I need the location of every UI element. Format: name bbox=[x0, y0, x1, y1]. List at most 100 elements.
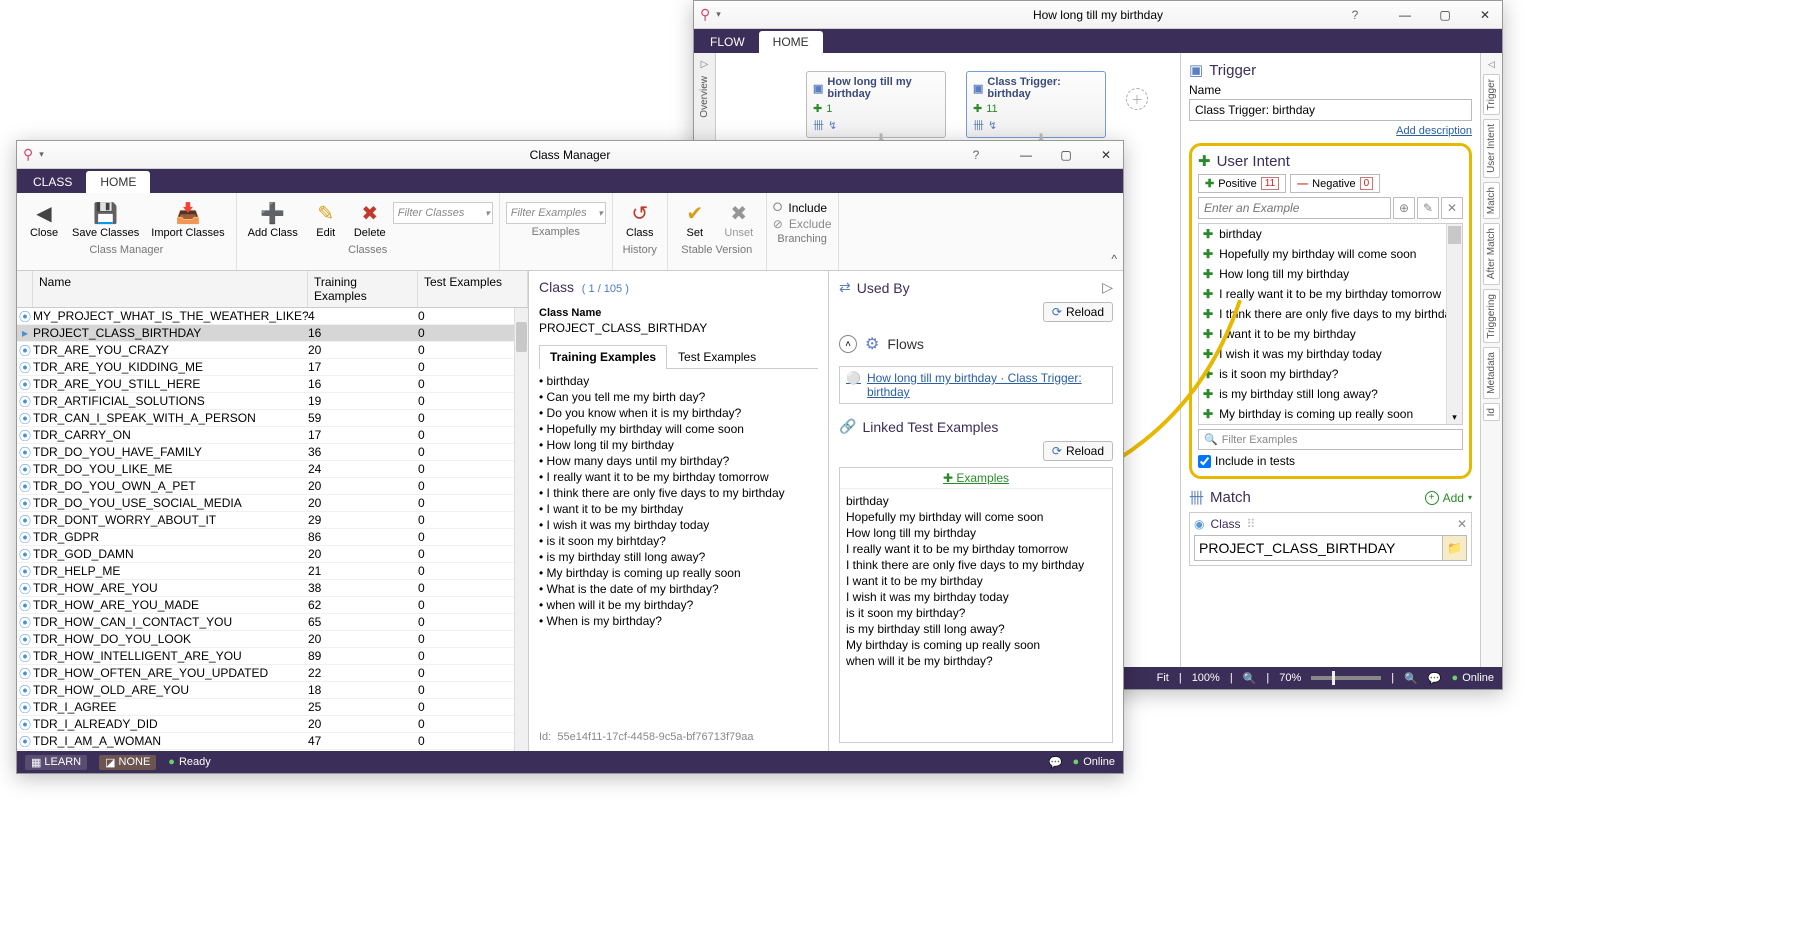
positive-filter[interactable]: ✚Positive11 bbox=[1198, 174, 1286, 193]
intent-item[interactable]: ✚I really want it to be my birthday tomo… bbox=[1199, 284, 1462, 304]
example-item[interactable]: • What is the date of my birthday? bbox=[539, 581, 818, 597]
example-item[interactable]: • I really want it to be my birthday tom… bbox=[539, 469, 818, 485]
table-row[interactable]: ⦿TDR_DO_YOU_OWN_A_PET200 bbox=[17, 478, 528, 495]
linked-item[interactable]: I wish it was my birthday today bbox=[846, 589, 1106, 605]
close-icon[interactable]: ✕ bbox=[1474, 8, 1496, 22]
table-row[interactable]: ⦿TDR_HELP_ME210 bbox=[17, 563, 528, 580]
example-item[interactable]: • My birthday is coming up really soon bbox=[539, 565, 818, 581]
drag-handle-icon[interactable]: ⠿ bbox=[1247, 517, 1256, 531]
intent-item[interactable]: ✚I wish it was my birthday today bbox=[1199, 344, 1462, 364]
example-item[interactable]: • birthday bbox=[539, 373, 818, 389]
help-icon[interactable]: ? bbox=[965, 148, 987, 162]
qat-dropdown-icon[interactable]: ▾ bbox=[39, 149, 44, 160]
filter-classes-input[interactable]: Filter Classes▾ bbox=[393, 202, 493, 224]
example-item[interactable]: • How many days until my birthday? bbox=[539, 453, 818, 469]
example-item[interactable]: • Hopefully my birthday will come soon bbox=[539, 421, 818, 437]
close-button[interactable]: ◀Close bbox=[23, 196, 65, 242]
intent-item[interactable]: ✚I want it to be my birthday bbox=[1199, 324, 1462, 344]
example-item[interactable]: • is my birthday still long away? bbox=[539, 549, 818, 565]
linked-item[interactable]: My birthday is coming up really soon bbox=[846, 637, 1106, 653]
intent-item[interactable]: ✚How long till my birthday bbox=[1199, 264, 1462, 284]
include-button[interactable]: ⭘Include bbox=[773, 200, 832, 215]
table-row[interactable]: ⦿TDR_HOW_DO_YOU_LOOK200 bbox=[17, 631, 528, 648]
intent-item[interactable]: ✚is my birthday still long away? bbox=[1199, 384, 1462, 404]
table-row[interactable]: ⦿TDR_HOW_CAN_I_CONTACT_YOU650 bbox=[17, 614, 528, 631]
linked-item[interactable]: Hopefully my birthday will come soon bbox=[846, 509, 1106, 525]
add-description-link[interactable]: Add description bbox=[1189, 125, 1472, 137]
add-node-button[interactable]: ＋ bbox=[1126, 88, 1148, 110]
tab-home[interactable]: HOME bbox=[759, 31, 823, 53]
example-item[interactable]: • when will it be my birthday? bbox=[539, 597, 818, 613]
help-icon[interactable]: ? bbox=[1344, 8, 1366, 22]
linked-item[interactable]: I really want it to be my birthday tomor… bbox=[846, 541, 1106, 557]
linked-item[interactable]: I want it to be my birthday bbox=[846, 573, 1106, 589]
side-tab[interactable]: After Match bbox=[1483, 223, 1500, 284]
side-tab[interactable]: Triggering bbox=[1483, 289, 1500, 344]
linked-item[interactable]: when will it be my birthday? bbox=[846, 653, 1106, 669]
unset-stable-button[interactable]: ✖Unset bbox=[718, 196, 760, 242]
none-badge[interactable]: ◪ NONE bbox=[99, 755, 156, 770]
chat-icon[interactable]: 💬 bbox=[1049, 756, 1063, 769]
table-row[interactable]: ⦿TDR_CAN_I_SPEAK_WITH_A_PERSON590 bbox=[17, 410, 528, 427]
tab-test-examples[interactable]: Test Examples bbox=[667, 345, 767, 368]
example-input[interactable] bbox=[1198, 197, 1391, 219]
intent-item[interactable]: ✚birthday bbox=[1199, 224, 1462, 244]
chat-icon[interactable]: 💬 bbox=[1428, 672, 1442, 685]
side-tab[interactable]: Metadata bbox=[1483, 347, 1500, 399]
collapse-flows-icon[interactable]: ˄ bbox=[839, 335, 857, 353]
example-item[interactable]: • I want it to be my birthday bbox=[539, 501, 818, 517]
fit-label[interactable]: Fit bbox=[1157, 672, 1169, 684]
reload-linked-button[interactable]: ⟳Reload bbox=[1043, 441, 1113, 461]
table-row[interactable]: ⦿TDR_HOW_INTELLIGENT_ARE_YOU890 bbox=[17, 648, 528, 665]
table-row[interactable]: ⦿TDR_ARE_YOU_CRAZY200 bbox=[17, 342, 528, 359]
table-row[interactable]: ⦿TDR_HOW_OFTEN_ARE_YOU_UPDATED220 bbox=[17, 665, 528, 682]
col-train[interactable]: Training Examples bbox=[308, 271, 418, 307]
linked-item[interactable]: How long till my birthday bbox=[846, 525, 1106, 541]
table-row[interactable]: ⦿TDR_DO_YOU_LIKE_ME240 bbox=[17, 461, 528, 478]
scrollbar[interactable] bbox=[514, 308, 528, 751]
table-row[interactable]: ⦿TDR_ARE_YOU_STILL_HERE160 bbox=[17, 376, 528, 393]
example-item[interactable]: • I wish it was my birthday today bbox=[539, 517, 818, 533]
table-row[interactable]: ⦿TDR_GDPR860 bbox=[17, 529, 528, 546]
reload-button[interactable]: ⟳Reload bbox=[1043, 302, 1113, 322]
example-item[interactable]: • I think there are only five days to my… bbox=[539, 485, 818, 501]
table-row[interactable]: ⦿TDR_DO_YOU_HAVE_FAMILY360 bbox=[17, 444, 528, 461]
minimize-icon[interactable]: — bbox=[1394, 8, 1416, 22]
table-row[interactable]: ⦿TDR_HOW_ARE_YOU380 bbox=[17, 580, 528, 597]
flow-node[interactable]: ▣Class Trigger: birthday ✚11 卌↯ bbox=[966, 71, 1106, 138]
linked-item[interactable]: birthday bbox=[846, 493, 1106, 509]
table-row[interactable]: ▸PROJECT_CLASS_BIRTHDAY160 bbox=[17, 325, 528, 342]
example-item[interactable]: • Can you tell me my birth day? bbox=[539, 389, 818, 405]
table-row[interactable]: ⦿MY_PROJECT_WHAT_IS_THE_WEATHER_LIKE?40 bbox=[17, 308, 528, 325]
tab-home[interactable]: HOME bbox=[86, 171, 150, 193]
linked-item[interactable]: is it soon my birthday? bbox=[846, 605, 1106, 621]
side-tab[interactable]: Trigger bbox=[1483, 74, 1500, 115]
table-row[interactable]: ⦿TDR_I_ALREADY_DID200 bbox=[17, 716, 528, 733]
flow-link[interactable]: ⚪ How long till my birthday · Class Trig… bbox=[839, 366, 1113, 404]
intent-item[interactable]: ✚My birthday is coming up really soon bbox=[1199, 404, 1462, 424]
side-tab[interactable]: Match bbox=[1483, 182, 1500, 219]
table-row[interactable]: ⦿TDR_GOD_DAMN200 bbox=[17, 546, 528, 563]
filter-examples-input[interactable]: Filter Examples▾ bbox=[506, 202, 606, 224]
zoom-slider[interactable] bbox=[1311, 676, 1381, 680]
expand-icon[interactable]: ▷ bbox=[701, 59, 709, 70]
learn-badge[interactable]: ▦ LEARN bbox=[25, 755, 87, 770]
table-row[interactable]: ⦿TDR_I_AM_ANGRY270 bbox=[17, 750, 528, 751]
add-example-button[interactable]: ⊕ bbox=[1393, 197, 1415, 219]
table-row[interactable]: ⦿TDR_HOW_OLD_ARE_YOU180 bbox=[17, 682, 528, 699]
zoom-in-icon[interactable]: 🔍 bbox=[1404, 672, 1418, 685]
close-icon[interactable]: ✕ bbox=[1095, 148, 1117, 162]
flow-node[interactable]: ▣How long till my birthday ✚1 卌↯ bbox=[806, 71, 946, 138]
history-class-button[interactable]: ↺Class bbox=[619, 196, 661, 242]
table-body[interactable]: ⦿MY_PROJECT_WHAT_IS_THE_WEATHER_LIKE?40▸… bbox=[17, 308, 528, 751]
add-class-button[interactable]: ➕Add Class bbox=[243, 196, 303, 242]
col-name[interactable]: Name bbox=[33, 271, 308, 307]
browse-class-button[interactable]: 📁 bbox=[1443, 535, 1467, 561]
intent-item[interactable]: ✚is it soon my birthday? bbox=[1199, 364, 1462, 384]
scrollbar[interactable]: ▾ bbox=[1446, 224, 1462, 424]
linked-item[interactable]: I think there are only five days to my b… bbox=[846, 557, 1106, 573]
table-row[interactable]: ⦿TDR_DONT_WORRY_ABOUT_IT290 bbox=[17, 512, 528, 529]
table-row[interactable]: ⦿TDR_ARE_YOU_KIDDING_ME170 bbox=[17, 359, 528, 376]
example-item[interactable]: • Do you know when it is my birthday? bbox=[539, 405, 818, 421]
maximize-icon[interactable]: ▢ bbox=[1055, 148, 1077, 162]
